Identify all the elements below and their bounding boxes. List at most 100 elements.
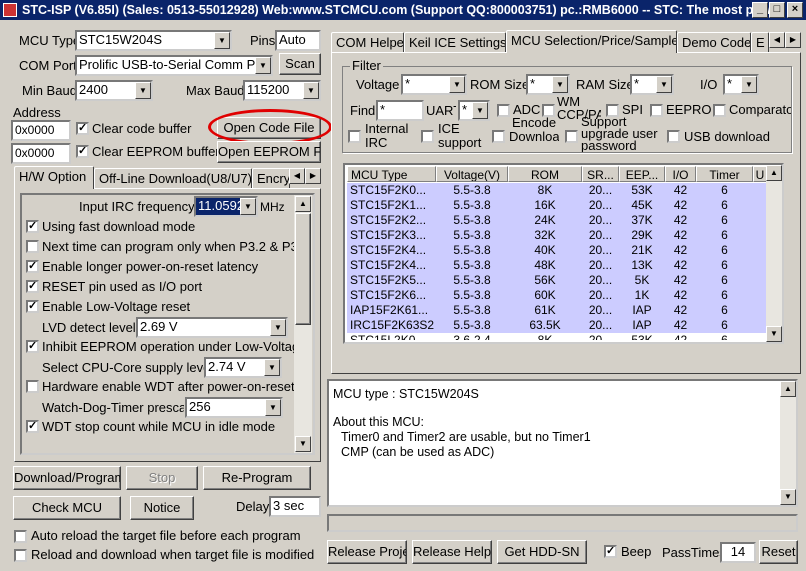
clear-eeprom-checkbox[interactable]: ✓ xyxy=(76,145,89,158)
tab-scroll-left-icon[interactable]: ◀ xyxy=(289,168,305,184)
tab-more[interactable]: E xyxy=(751,32,769,53)
table-row[interactable]: STC15F2K4... 5.5-3.8 40K 20... 21K 42 6 xyxy=(347,243,767,258)
tab-offline-download[interactable]: Off-Line Download(U8/U7) xyxy=(94,168,252,189)
hw-wdt-checkbox[interactable] xyxy=(26,380,39,393)
re-program-button[interactable]: Re-Program xyxy=(203,466,311,490)
fast-download-checkbox[interactable]: ✓ xyxy=(26,220,39,233)
col-mcu-type[interactable]: MCU Type xyxy=(347,166,436,182)
reset-button[interactable]: Reset xyxy=(759,540,798,564)
col-voltage[interactable]: Voltage(V) xyxy=(436,166,508,182)
table-scrollbar[interactable] xyxy=(766,165,782,342)
open-eeprom-file-button[interactable]: Open EEPROM File xyxy=(217,141,321,163)
com-port-select[interactable]: Prolific USB-to-Serial Comm Port ▼ xyxy=(75,55,273,76)
col-rom[interactable]: ROM xyxy=(508,166,582,182)
col-uart[interactable]: U xyxy=(753,166,767,182)
clear-code-checkbox[interactable]: ✓ xyxy=(76,122,89,135)
beep-checkbox[interactable]: ✓ xyxy=(604,545,617,558)
tab-hw-option[interactable]: H/W Option xyxy=(14,166,94,189)
scroll-up-icon[interactable]: ▲ xyxy=(780,381,796,397)
table-row[interactable]: STC15F2K1... 5.5-3.8 16K 20... 45K 42 6 xyxy=(347,198,767,213)
get-hdd-sn-button[interactable]: Get HDD-SN xyxy=(497,540,587,564)
table-cell: 20... xyxy=(588,183,613,197)
irc-frequency-select[interactable]: 11.0592 ▼ xyxy=(194,196,258,217)
table-cell: 56K xyxy=(534,273,556,287)
download-program-button[interactable]: Download/Program xyxy=(13,466,121,490)
tab-scroll-right-icon[interactable]: ▶ xyxy=(785,32,801,48)
table-cell: 6 xyxy=(721,258,728,272)
table-row[interactable]: IAP15F2K61... 5.5-3.8 61K 20... IAP 42 6 xyxy=(347,303,767,318)
reset-pin-checkbox[interactable]: ✓ xyxy=(26,280,39,293)
reload-modified-checkbox[interactable] xyxy=(14,549,27,562)
internal-irc-checkbox[interactable] xyxy=(348,130,361,143)
table-row[interactable]: STC15F2K6... 5.5-3.8 60K 20... 1K 42 6 xyxy=(347,288,767,303)
scan-button[interactable]: Scan xyxy=(279,53,321,75)
mcu-info-area[interactable]: MCU type : STC15W204S About this MCU: Ti… xyxy=(327,379,798,507)
wdt-prescale-select[interactable]: 256 ▼ xyxy=(185,397,283,418)
comparator-checkbox[interactable] xyxy=(713,104,726,117)
uart-filter-select[interactable]: * ▼ xyxy=(458,100,490,121)
table-row[interactable]: STC15F2K2... 5.5-3.8 24K 20... 37K 42 6 xyxy=(347,213,767,228)
eeprom-address-input[interactable]: 0x0000 xyxy=(11,143,71,164)
check-mcu-button[interactable]: Check MCU xyxy=(13,496,121,520)
max-baud-select[interactable]: 115200 ▼ xyxy=(243,80,321,101)
find-input[interactable]: * xyxy=(376,100,424,121)
rom-size-filter-select[interactable]: * ▼ xyxy=(526,74,570,95)
stop-button[interactable]: Stop xyxy=(126,466,198,490)
tab-encry[interactable]: Encry xyxy=(252,168,290,189)
support-upgrade-checkbox[interactable] xyxy=(565,130,578,143)
tab-mcu-selection[interactable]: MCU Selection/Price/Samples xyxy=(506,30,677,53)
voltage-filter-select[interactable]: * ▼ xyxy=(401,74,467,95)
tab-keil-ice[interactable]: Keil ICE Settings xyxy=(404,32,506,53)
table-row[interactable]: STC15F2K4... 5.5-3.8 48K 20... 13K 42 6 xyxy=(347,258,767,273)
auto-reload-checkbox[interactable] xyxy=(14,530,27,543)
next-time-checkbox[interactable] xyxy=(26,240,39,253)
tab-scroll-left-icon[interactable]: ◀ xyxy=(769,32,785,48)
table-row[interactable]: STC15F2K3... 5.5-3.8 32K 20... 29K 42 6 xyxy=(347,228,767,243)
lvd-level-select[interactable]: 2.69 V ▼ xyxy=(136,317,288,338)
io-filter-select[interactable]: * ▼ xyxy=(723,74,759,95)
longer-reset-checkbox[interactable]: ✓ xyxy=(26,260,39,273)
delay-select[interactable]: 3 sec xyxy=(269,496,321,517)
notice-button[interactable]: Notice xyxy=(130,496,194,520)
col-io[interactable]: I/O xyxy=(665,166,696,182)
tab-com-helper[interactable]: COM Helper xyxy=(331,32,404,53)
info-scrollbar[interactable] xyxy=(780,381,796,505)
scroll-down-icon[interactable]: ▼ xyxy=(780,489,796,505)
scroll-up-icon[interactable]: ▲ xyxy=(766,165,782,181)
table-cell: 20... xyxy=(588,333,613,340)
usb-download-checkbox[interactable] xyxy=(667,130,680,143)
maximize-button[interactable]: □ xyxy=(769,2,785,18)
tab-demo-code[interactable]: Demo Code xyxy=(677,32,751,53)
ram-size-filter-select[interactable]: * ▼ xyxy=(630,74,674,95)
release-help-button[interactable]: Release Help xyxy=(412,540,492,564)
code-address-input[interactable]: 0x0000 xyxy=(11,120,71,141)
cpu-core-select[interactable]: 2.74 V ▼ xyxy=(204,357,282,378)
col-eeprom[interactable]: EEP... xyxy=(619,166,665,182)
pins-select[interactable]: Auto xyxy=(275,30,321,51)
options-scroll-thumb[interactable] xyxy=(295,213,311,325)
ice-support-checkbox[interactable] xyxy=(421,130,434,143)
table-row[interactable]: STC15F2K5... 5.5-3.8 56K 20... 5K 42 6 xyxy=(347,273,767,288)
pins-label: Pins xyxy=(250,33,276,48)
min-baud-label: Min Baud xyxy=(22,83,77,98)
scroll-down-icon[interactable]: ▼ xyxy=(766,326,782,342)
encode-download-checkbox[interactable] xyxy=(492,130,505,143)
scroll-down-icon[interactable]: ▼ xyxy=(295,436,311,452)
minimize-button[interactable]: _ xyxy=(752,2,768,18)
col-sram[interactable]: SR... xyxy=(582,166,619,182)
col-timer[interactable]: Timer xyxy=(696,166,753,182)
wdt-stop-checkbox[interactable]: ✓ xyxy=(26,420,39,433)
tab-scroll-right-icon[interactable]: ▶ xyxy=(305,168,321,184)
scroll-up-icon[interactable]: ▲ xyxy=(295,196,311,212)
min-baud-select[interactable]: 2400 ▼ xyxy=(75,80,153,101)
release-project-button[interactable]: Release Project xyxy=(327,540,407,564)
low-voltage-checkbox[interactable]: ✓ xyxy=(26,300,39,313)
table-cell: 48K xyxy=(534,258,556,272)
inhibit-eeprom-checkbox[interactable]: ✓ xyxy=(26,340,39,353)
comparator-label: Comparator xyxy=(729,102,791,117)
mcu-type-select[interactable]: STC15W204S ▼ xyxy=(75,30,232,51)
table-row[interactable]: IRC15F2K63S2 5.5-3.8 63.5K 20... IAP 42 6 xyxy=(347,318,767,333)
table-row[interactable]: STC15L2K0... 3.6-2.4 8K 20... 53K 42 6 xyxy=(347,333,767,340)
table-row[interactable]: STC15F2K0... 5.5-3.8 8K 20... 53K 42 6 xyxy=(347,183,767,198)
close-button[interactable]: × xyxy=(787,2,803,18)
